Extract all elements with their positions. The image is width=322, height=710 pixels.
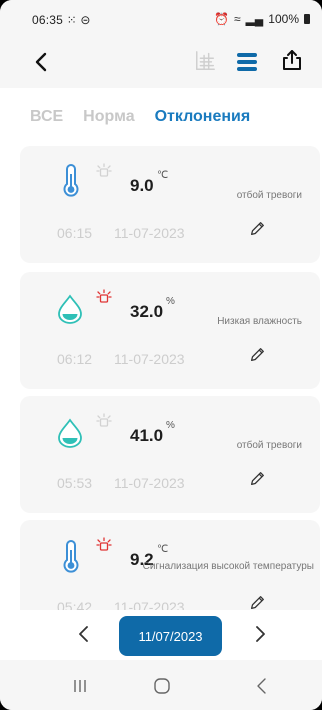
reading-date: 11-07-2023	[114, 475, 185, 491]
alarm-active-icon	[96, 537, 112, 551]
recent-apps-icon[interactable]	[70, 676, 90, 696]
tab-deviations[interactable]: Отклонения	[155, 108, 251, 136]
tab-normal[interactable]: Норма	[83, 108, 134, 136]
reading-unit: ℃	[157, 170, 169, 181]
humidity-drop-icon	[58, 418, 82, 448]
thermometer-icon	[63, 540, 79, 573]
edit-pencil-icon[interactable]	[248, 594, 266, 610]
reading-status: отбой тревоги	[236, 190, 302, 201]
next-day-chevron-icon[interactable]	[248, 622, 272, 646]
alarm-active-icon	[96, 289, 112, 303]
humidity-drop-icon	[58, 294, 82, 324]
reading-status: Сигнализация высокой температуры	[142, 561, 314, 572]
reading-value: 9.0	[130, 176, 154, 195]
status-bar: 06:35 ⁙ ⊝ ⏰ ≈ ▂▄ 100%	[0, 0, 322, 36]
reading-value: 41.0	[130, 426, 164, 445]
reading-time: 06:15	[57, 225, 93, 241]
reading-time: 05:53	[57, 475, 93, 491]
signal-icon: ▂▄	[245, 12, 264, 26]
records-list[interactable]: 9.0 ℃ отбой тревоги 06:15 11-07-2023 32.…	[20, 146, 320, 610]
share-icon[interactable]	[280, 48, 304, 72]
alarm-clock-icon: ⏰	[214, 12, 229, 26]
reading-status: отбой тревоги	[236, 440, 302, 451]
reading-unit: %	[166, 296, 175, 307]
status-time: 06:35 ⁙ ⊝	[32, 13, 91, 27]
reading-value: 32.0	[130, 302, 164, 321]
status-right: ⏰ ≈ ▂▄ 100%	[214, 12, 310, 26]
wifi-icon: ≈	[233, 12, 241, 26]
date-navigation: 11/07/2023	[0, 610, 322, 660]
list-view-icon[interactable]	[236, 52, 258, 72]
tab-all[interactable]: ВСЕ	[30, 108, 63, 136]
record-card[interactable]: 9.2 ℃ Сигнализация высокой температуры 0…	[20, 520, 320, 610]
home-icon[interactable]	[152, 676, 172, 696]
battery-percent: 100%	[268, 12, 299, 26]
app-screen: 06:35 ⁙ ⊝ ⏰ ≈ ▂▄ 100% ВСЕ Норма Отклонен…	[0, 0, 322, 710]
reading-status: Низкая влажность	[217, 316, 302, 327]
top-app-bar	[0, 36, 322, 88]
edit-pencil-icon[interactable]	[248, 470, 266, 488]
battery-icon	[304, 14, 310, 24]
filter-tabs: ВСЕ Норма Отклонения	[30, 108, 250, 136]
reading-date: 11-07-2023	[114, 351, 185, 367]
previous-day-chevron-icon[interactable]	[72, 622, 96, 646]
record-card[interactable]: 9.0 ℃ отбой тревоги 06:15 11-07-2023	[20, 146, 320, 263]
system-navigation-bar	[0, 660, 322, 710]
reading-time: 05:42	[57, 599, 93, 610]
chart-view-icon[interactable]	[194, 50, 216, 72]
thermometer-icon	[63, 164, 79, 197]
system-back-icon[interactable]	[252, 676, 272, 696]
reading-date: 11-07-2023	[114, 599, 185, 610]
alarm-off-icon	[96, 163, 112, 177]
back-arrow-icon[interactable]	[30, 50, 54, 74]
reading-date: 11-07-2023	[114, 225, 185, 241]
alarm-off-icon	[96, 413, 112, 427]
date-picker-button[interactable]: 11/07/2023	[119, 616, 222, 656]
edit-pencil-icon[interactable]	[248, 346, 266, 364]
reading-unit: ℃	[157, 544, 169, 555]
record-card[interactable]: 41.0 % отбой тревоги 05:53 11-07-2023	[20, 396, 320, 513]
reading-time: 06:12	[57, 351, 93, 367]
reading-unit: %	[166, 420, 175, 431]
edit-pencil-icon[interactable]	[248, 220, 266, 238]
record-card[interactable]: 32.0 % Низкая влажность 06:12 11-07-2023	[20, 272, 320, 389]
